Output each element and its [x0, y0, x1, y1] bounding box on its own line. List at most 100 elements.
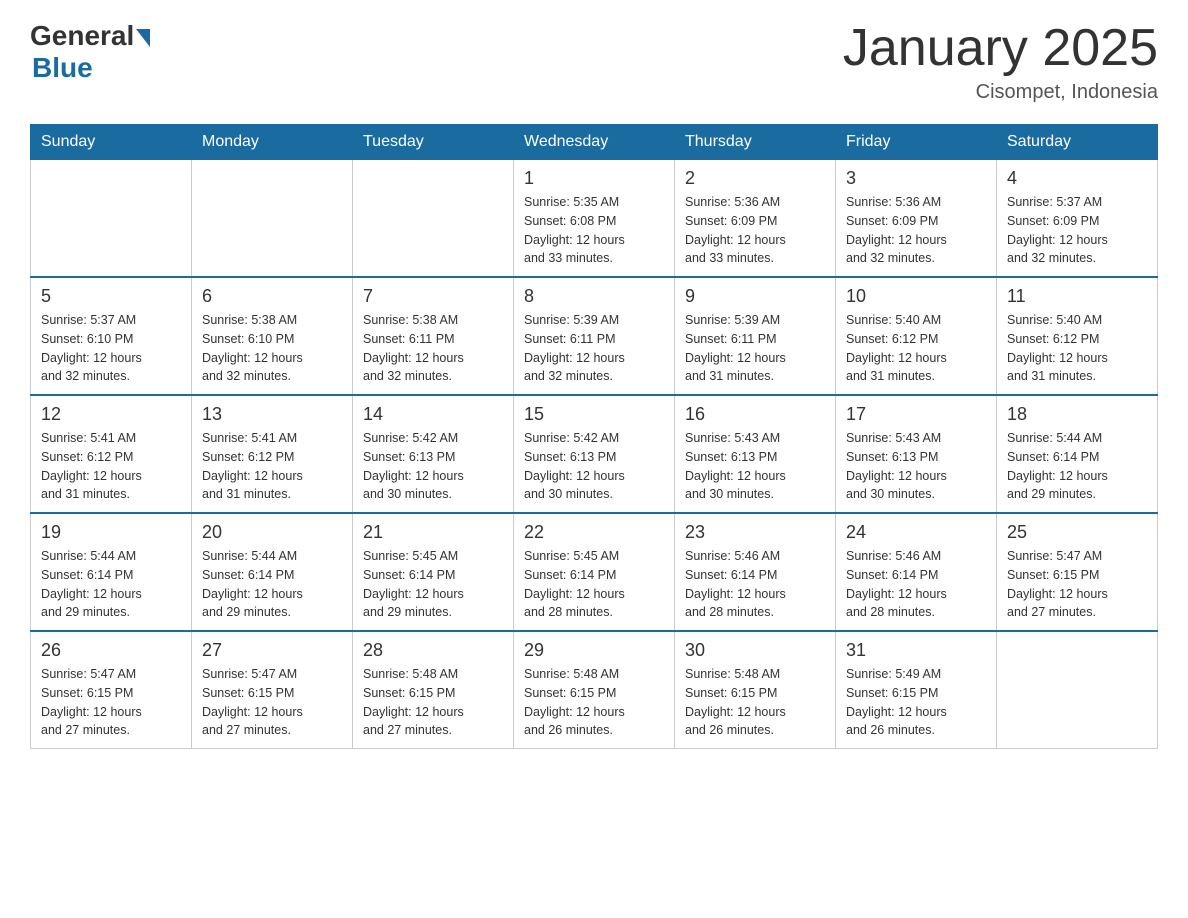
day-info: Sunrise: 5:47 AMSunset: 6:15 PMDaylight:…: [202, 665, 342, 740]
calendar-cell: 18Sunrise: 5:44 AMSunset: 6:14 PMDayligh…: [997, 395, 1158, 513]
day-info: Sunrise: 5:40 AMSunset: 6:12 PMDaylight:…: [846, 311, 986, 386]
day-number: 28: [363, 640, 503, 661]
column-header-monday: Monday: [192, 125, 353, 160]
day-info: Sunrise: 5:44 AMSunset: 6:14 PMDaylight:…: [41, 547, 181, 622]
day-info: Sunrise: 5:43 AMSunset: 6:13 PMDaylight:…: [685, 429, 825, 504]
calendar-cell: 23 Sunrise: 5:46 AMSunset: 6:14 PMDayligh…: [675, 513, 836, 631]
day-number: 12: [41, 404, 181, 425]
logo-general-text: General: [30, 20, 134, 52]
day-number: 21: [363, 522, 503, 543]
day-info: Sunrise: 5:46 AMSunset: 6:14 PMDaylight:…: [846, 547, 986, 622]
day-info: Sunrise: 5:39 AMSunset: 6:11 PMDaylight:…: [685, 311, 825, 386]
day-number: 10: [846, 286, 986, 307]
day-number: 4: [1007, 168, 1147, 189]
calendar-week-row: 26 Sunrise: 5:47 AMSunset: 6:15 PMDayligh…: [31, 631, 1158, 749]
calendar-header-row: SundayMondayTuesdayWednesdayThursdayFrid…: [31, 125, 1158, 160]
calendar-cell: [192, 160, 353, 278]
day-number: 9: [685, 286, 825, 307]
calendar-cell: 3Sunrise: 5:36 AMSunset: 6:09 PMDaylight…: [836, 160, 997, 278]
column-header-thursday: Thursday: [675, 125, 836, 160]
calendar-cell: 13Sunrise: 5:41 AMSunset: 6:12 PMDayligh…: [192, 395, 353, 513]
calendar-cell: [353, 160, 514, 278]
calendar-cell: [997, 631, 1158, 749]
calendar-cell: [31, 160, 192, 278]
title-section: January 2025 Cisompet, Indonesia: [843, 20, 1158, 104]
calendar-cell: 10 Sunrise: 5:40 AMSunset: 6:12 PMDayligh…: [836, 277, 997, 395]
month-title: January 2025: [843, 20, 1158, 77]
day-number: 20: [202, 522, 342, 543]
calendar-week-row: 5Sunrise: 5:37 AMSunset: 6:10 PMDaylight…: [31, 277, 1158, 395]
calendar-week-row: 1 Sunrise: 5:35 AMSunset: 6:08 PMDaylight…: [31, 160, 1158, 278]
calendar-cell: 7 Sunrise: 5:38 AMSunset: 6:11 PMDaylight…: [353, 277, 514, 395]
day-number: 7: [363, 286, 503, 307]
day-info: Sunrise: 5:41 AMSunset: 6:12 PMDaylight:…: [41, 429, 181, 504]
day-number: 2: [685, 168, 825, 189]
day-info: Sunrise: 5:46 AMSunset: 6:14 PMDaylight:…: [685, 547, 825, 622]
day-info: Sunrise: 5:48 AMSunset: 6:15 PMDaylight:…: [524, 665, 664, 740]
calendar-cell: 19 Sunrise: 5:44 AMSunset: 6:14 PMDayligh…: [31, 513, 192, 631]
day-number: 23: [685, 522, 825, 543]
day-info: Sunrise: 5:40 AMSunset: 6:12 PMDaylight:…: [1007, 311, 1147, 386]
logo: General Blue: [30, 20, 150, 84]
day-info: Sunrise: 5:48 AMSunset: 6:15 PMDaylight:…: [685, 665, 825, 740]
day-info: Sunrise: 5:38 AMSunset: 6:10 PMDaylight:…: [202, 311, 342, 386]
day-info: Sunrise: 5:42 AMSunset: 6:13 PMDaylight:…: [524, 429, 664, 504]
day-info: Sunrise: 5:41 AMSunset: 6:12 PMDaylight:…: [202, 429, 342, 504]
day-info: Sunrise: 5:44 AMSunset: 6:14 PMDaylight:…: [202, 547, 342, 622]
calendar-cell: 25 Sunrise: 5:47 AMSunset: 6:15 PMDayligh…: [997, 513, 1158, 631]
day-number: 6: [202, 286, 342, 307]
calendar-cell: 27 Sunrise: 5:47 AMSunset: 6:15 PMDayligh…: [192, 631, 353, 749]
day-number: 8: [524, 286, 664, 307]
calendar-cell: 12 Sunrise: 5:41 AMSunset: 6:12 PMDayligh…: [31, 395, 192, 513]
day-info: Sunrise: 5:38 AMSunset: 6:11 PMDaylight:…: [363, 311, 503, 386]
day-number: 1: [524, 168, 664, 189]
day-number: 30: [685, 640, 825, 661]
calendar-cell: 31 Sunrise: 5:49 AMSunset: 6:15 PMDayligh…: [836, 631, 997, 749]
day-info: Sunrise: 5:49 AMSunset: 6:15 PMDaylight:…: [846, 665, 986, 740]
calendar-cell: 29 Sunrise: 5:48 AMSunset: 6:15 PMDayligh…: [514, 631, 675, 749]
calendar-cell: 9 Sunrise: 5:39 AMSunset: 6:11 PMDaylight…: [675, 277, 836, 395]
calendar-cell: 14Sunrise: 5:42 AMSunset: 6:13 PMDayligh…: [353, 395, 514, 513]
logo-blue-text: Blue: [32, 52, 93, 84]
calendar-cell: 1 Sunrise: 5:35 AMSunset: 6:08 PMDaylight…: [514, 160, 675, 278]
day-number: 26: [41, 640, 181, 661]
day-info: Sunrise: 5:39 AMSunset: 6:11 PMDaylight:…: [524, 311, 664, 386]
column-header-wednesday: Wednesday: [514, 125, 675, 160]
calendar-cell: 15Sunrise: 5:42 AMSunset: 6:13 PMDayligh…: [514, 395, 675, 513]
calendar-cell: 5Sunrise: 5:37 AMSunset: 6:10 PMDaylight…: [31, 277, 192, 395]
day-info: Sunrise: 5:48 AMSunset: 6:15 PMDaylight:…: [363, 665, 503, 740]
calendar-cell: 2 Sunrise: 5:36 AMSunset: 6:09 PMDaylight…: [675, 160, 836, 278]
day-number: 17: [846, 404, 986, 425]
day-number: 14: [363, 404, 503, 425]
calendar-table: SundayMondayTuesdayWednesdayThursdayFrid…: [30, 124, 1158, 749]
calendar-cell: 28 Sunrise: 5:48 AMSunset: 6:15 PMDayligh…: [353, 631, 514, 749]
column-header-friday: Friday: [836, 125, 997, 160]
day-number: 25: [1007, 522, 1147, 543]
calendar-cell: 30 Sunrise: 5:48 AMSunset: 6:15 PMDayligh…: [675, 631, 836, 749]
day-number: 27: [202, 640, 342, 661]
calendar-cell: 11Sunrise: 5:40 AMSunset: 6:12 PMDayligh…: [997, 277, 1158, 395]
day-info: Sunrise: 5:45 AMSunset: 6:14 PMDaylight:…: [363, 547, 503, 622]
day-number: 31: [846, 640, 986, 661]
day-number: 29: [524, 640, 664, 661]
day-number: 24: [846, 522, 986, 543]
day-number: 5: [41, 286, 181, 307]
calendar-cell: 21 Sunrise: 5:45 AMSunset: 6:14 PMDayligh…: [353, 513, 514, 631]
page-header: General Blue January 2025 Cisompet, Indo…: [30, 20, 1158, 104]
day-info: Sunrise: 5:47 AMSunset: 6:15 PMDaylight:…: [1007, 547, 1147, 622]
calendar-cell: 4Sunrise: 5:37 AMSunset: 6:09 PMDaylight…: [997, 160, 1158, 278]
calendar-cell: 24 Sunrise: 5:46 AMSunset: 6:14 PMDayligh…: [836, 513, 997, 631]
column-header-tuesday: Tuesday: [353, 125, 514, 160]
location: Cisompet, Indonesia: [843, 81, 1158, 104]
day-number: 19: [41, 522, 181, 543]
calendar-cell: 6 Sunrise: 5:38 AMSunset: 6:10 PMDaylight…: [192, 277, 353, 395]
calendar-cell: 17Sunrise: 5:43 AMSunset: 6:13 PMDayligh…: [836, 395, 997, 513]
calendar-week-row: 12 Sunrise: 5:41 AMSunset: 6:12 PMDayligh…: [31, 395, 1158, 513]
day-info: Sunrise: 5:36 AMSunset: 6:09 PMDaylight:…: [685, 193, 825, 268]
day-number: 3: [846, 168, 986, 189]
logo-arrow-icon: [136, 29, 150, 47]
day-info: Sunrise: 5:35 AMSunset: 6:08 PMDaylight:…: [524, 193, 664, 268]
day-number: 22: [524, 522, 664, 543]
calendar-cell: 22Sunrise: 5:45 AMSunset: 6:14 PMDayligh…: [514, 513, 675, 631]
column-header-saturday: Saturday: [997, 125, 1158, 160]
